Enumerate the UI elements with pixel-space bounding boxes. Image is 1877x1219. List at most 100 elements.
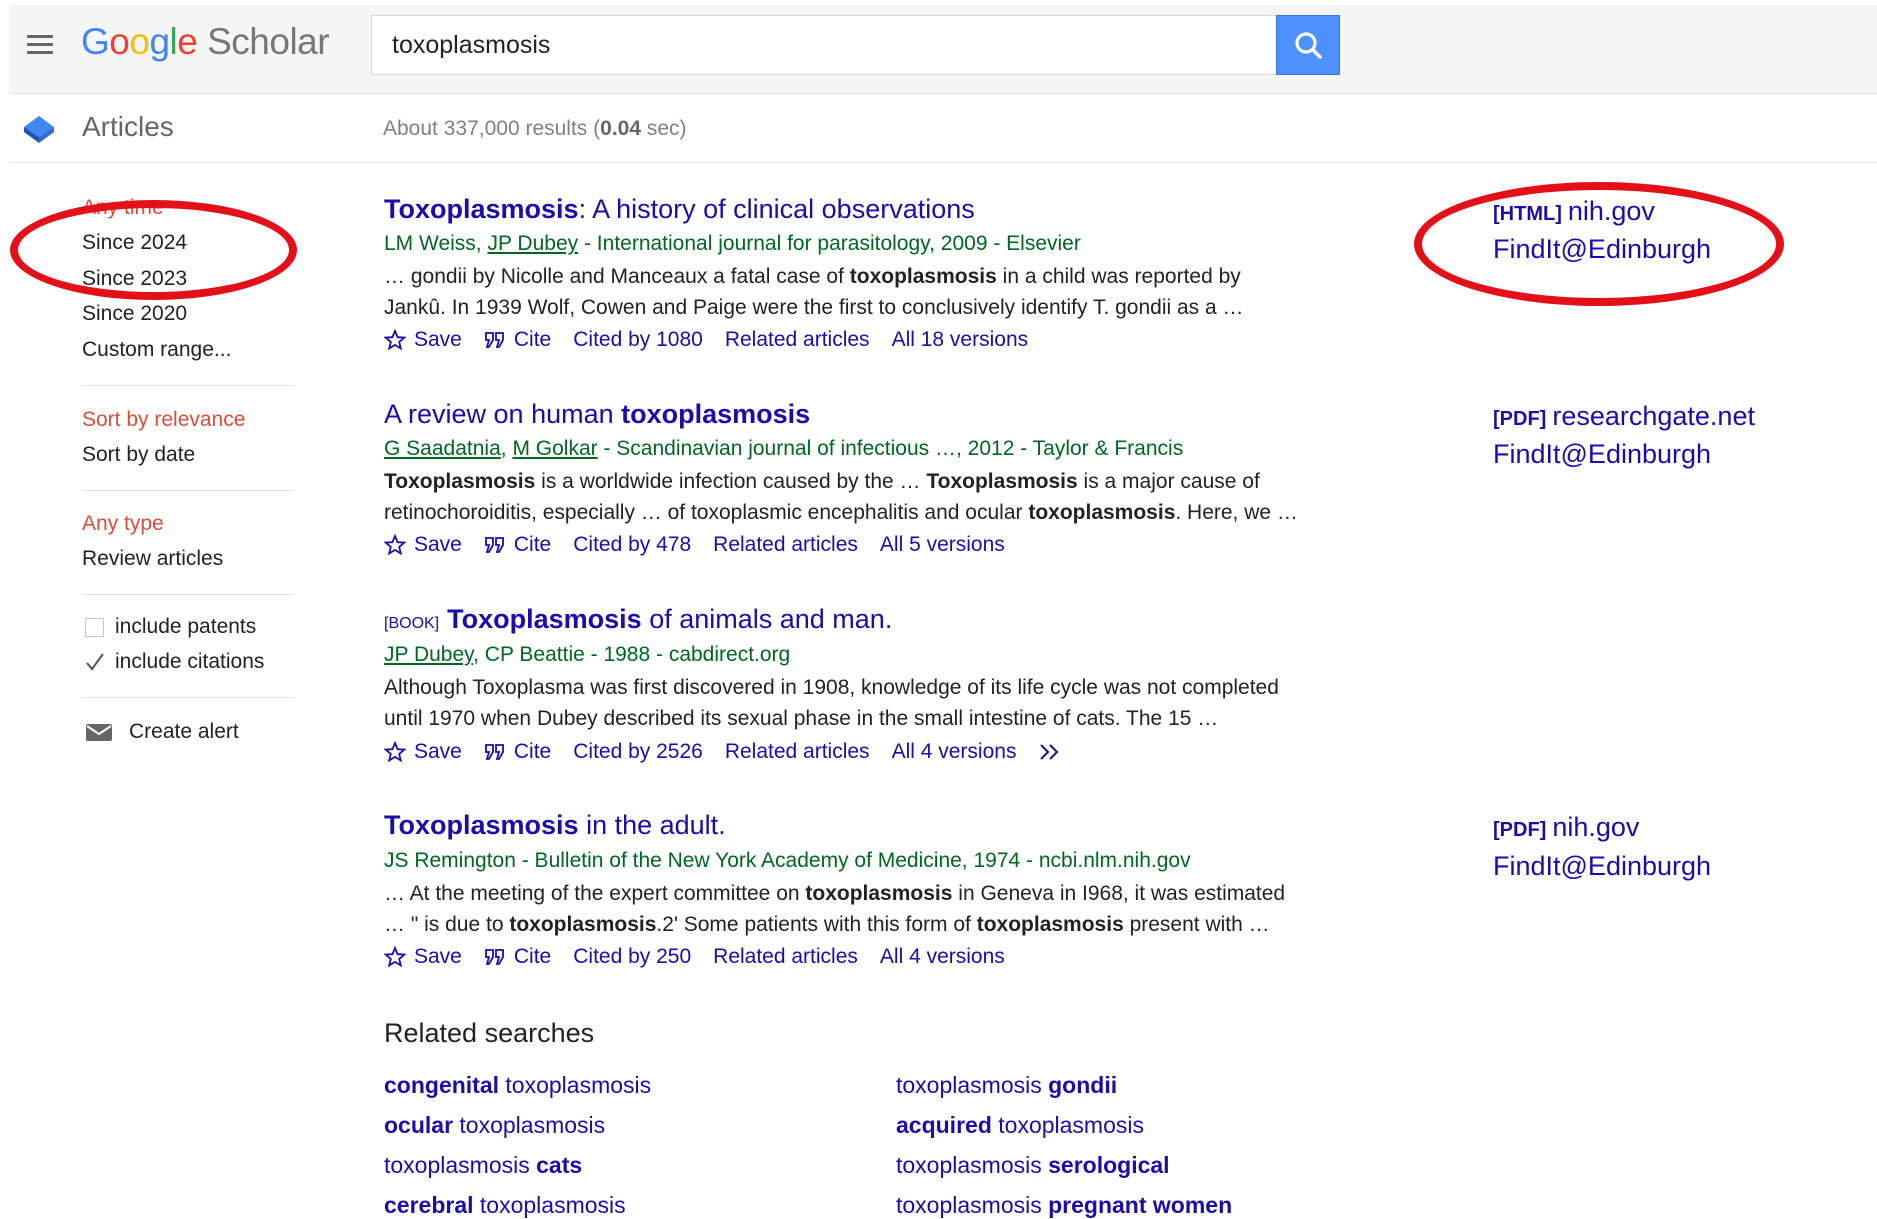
findit-link[interactable]: FindIt@Edinburgh xyxy=(1493,851,1711,882)
related-articles-link[interactable]: Related articles xyxy=(725,740,870,764)
include-patents-label[interactable]: include patents xyxy=(115,615,256,639)
filter-since-2024[interactable]: Since 2024 xyxy=(82,231,187,255)
author-name: LM Weiss xyxy=(384,232,476,255)
result-snippet: Toxoplasmosis is a worldwide infection c… xyxy=(384,470,1298,524)
related-search-link[interactable]: toxoplasmosis serological xyxy=(896,1152,1170,1179)
quote-icon xyxy=(484,537,504,553)
cited-by-link[interactable]: Cited by 478 xyxy=(573,533,691,557)
search-time: 0.04 xyxy=(600,117,642,140)
related-search-link[interactable]: toxoplasmosis cats xyxy=(384,1152,582,1179)
findit-link[interactable]: FindIt@Edinburgh xyxy=(1493,439,1711,470)
result-title[interactable]: Toxoplasmosis: A history of clinical obs… xyxy=(384,194,975,225)
related-articles-link[interactable]: Related articles xyxy=(713,533,858,557)
sort-by-date[interactable]: Sort by date xyxy=(82,443,195,467)
filter-any-type[interactable]: Any type xyxy=(82,512,164,536)
search-box xyxy=(371,15,1277,75)
result-title[interactable]: [BOOK] Toxoplasmosis of animals and man. xyxy=(384,604,892,635)
all-versions-link[interactable]: All 5 versions xyxy=(880,533,1005,557)
filter-since-2023[interactable]: Since 2023 xyxy=(82,267,187,291)
divider xyxy=(82,697,294,698)
quote-icon xyxy=(484,949,504,965)
checkmark-icon xyxy=(86,653,104,671)
filter-since-2020[interactable]: Since 2020 xyxy=(82,302,187,326)
mail-icon xyxy=(86,724,112,741)
result-snippet: Although Toxoplasma was first discovered… xyxy=(384,676,1279,730)
all-versions-link[interactable]: All 18 versions xyxy=(892,328,1029,352)
related-search-link[interactable]: acquired toxoplasmosis xyxy=(896,1112,1144,1139)
save-button[interactable]: Save xyxy=(384,533,462,557)
fulltext-link[interactable]: [HTML] nih.gov xyxy=(1493,196,1655,227)
top-bar: Google Scholar xyxy=(9,5,1877,94)
search-icon xyxy=(1295,32,1322,59)
save-button[interactable]: Save xyxy=(384,328,462,352)
menu-icon[interactable] xyxy=(23,33,55,57)
filter-review-articles[interactable]: Review articles xyxy=(82,547,223,571)
save-button[interactable]: Save xyxy=(384,945,462,969)
cited-by-link[interactable]: Cited by 250 xyxy=(573,945,691,969)
related-search-link[interactable]: ocular toxoplasmosis xyxy=(384,1112,605,1139)
star-icon xyxy=(384,946,406,968)
cited-by-link[interactable]: Cited by 1080 xyxy=(573,328,703,352)
book-tag: [BOOK] xyxy=(384,615,440,632)
result-title[interactable]: Toxoplasmosis in the adult. xyxy=(384,810,726,841)
save-button[interactable]: Save xyxy=(384,740,462,764)
author-link[interactable]: G Saadatnia xyxy=(384,437,501,460)
author-link[interactable]: JP Dubey xyxy=(384,643,473,666)
more-options-button[interactable] xyxy=(1038,743,1062,761)
cite-button[interactable]: Cite xyxy=(484,533,551,557)
logo-scholar-text: Scholar xyxy=(207,21,330,62)
cited-by-link[interactable]: Cited by 2526 xyxy=(573,740,703,764)
articles-label: Articles xyxy=(82,111,174,142)
result-meta: JP Dubey, CP Beattie - 1988 - cabdirect.… xyxy=(384,643,791,666)
divider xyxy=(82,385,294,386)
fulltext-link[interactable]: [PDF] researchgate.net xyxy=(1493,401,1755,432)
result-actions: Save Cite Cited by 1080 Related articles… xyxy=(384,328,1028,352)
cite-button[interactable]: Cite xyxy=(484,740,551,764)
include-patents-checkbox[interactable] xyxy=(85,618,104,637)
result-snippet: … gondii by Nicolle and Manceaux a fatal… xyxy=(384,265,1244,319)
result-meta: LM Weiss, JP Dubey - International journ… xyxy=(384,232,1081,255)
divider xyxy=(82,594,294,595)
related-articles-link[interactable]: Related articles xyxy=(725,328,870,352)
star-icon xyxy=(384,741,406,763)
related-search-link[interactable]: congenital toxoplasmosis xyxy=(384,1072,651,1099)
fulltext-link[interactable]: [PDF] nih.gov xyxy=(1493,812,1639,843)
related-articles-link[interactable]: Related articles xyxy=(713,945,858,969)
filter-any-time[interactable]: Any time xyxy=(82,196,164,220)
result-actions: Save Cite Cited by 478 Related articles … xyxy=(384,533,1005,557)
related-search-link[interactable]: toxoplasmosis gondii xyxy=(896,1072,1117,1099)
result-actions: Save Cite Cited by 250 Related articles … xyxy=(384,945,1005,969)
double-chevron-icon xyxy=(1040,744,1059,760)
subheader: Articles About 337,000 results (0.04 sec… xyxy=(9,95,1877,163)
findit-link[interactable]: FindIt@Edinburgh xyxy=(1493,234,1711,265)
include-citations-label[interactable]: include citations xyxy=(115,650,264,674)
result-meta: JS Remington - Bulletin of the New York … xyxy=(384,849,1191,872)
quote-icon xyxy=(484,332,504,348)
logo-google-text: Google xyxy=(81,21,198,62)
create-alert-link[interactable]: Create alert xyxy=(129,720,239,744)
star-icon xyxy=(384,534,406,556)
articles-icon xyxy=(24,116,54,143)
all-versions-link[interactable]: All 4 versions xyxy=(880,945,1005,969)
all-versions-link[interactable]: All 4 versions xyxy=(892,740,1017,764)
author-link[interactable]: M Golkar xyxy=(512,437,597,460)
quote-icon xyxy=(484,744,504,760)
search-input[interactable] xyxy=(372,16,1276,74)
star-icon xyxy=(384,329,406,351)
related-search-link[interactable]: toxoplasmosis pregnant women xyxy=(896,1192,1232,1219)
include-citations-checkbox[interactable] xyxy=(85,653,104,672)
author-link[interactable]: JP Dubey xyxy=(487,232,578,255)
divider xyxy=(82,490,294,491)
search-button[interactable] xyxy=(1276,15,1340,75)
google-scholar-logo[interactable]: Google Scholar xyxy=(81,21,330,63)
result-title[interactable]: A review on human toxoplasmosis xyxy=(384,399,810,430)
sort-by-relevance[interactable]: Sort by relevance xyxy=(82,408,245,432)
related-searches-title: Related searches xyxy=(384,1018,595,1048)
result-snippet: … At the meeting of the expert committee… xyxy=(384,882,1286,936)
cite-button[interactable]: Cite xyxy=(484,945,551,969)
cite-button[interactable]: Cite xyxy=(484,328,551,352)
filter-custom-range[interactable]: Custom range... xyxy=(82,338,231,362)
result-stats: About 337,000 results (0.04 sec) xyxy=(383,117,687,140)
related-search-link[interactable]: cerebral toxoplasmosis xyxy=(384,1192,626,1219)
result-actions: Save Cite Cited by 2526 Related articles… xyxy=(384,740,1062,764)
